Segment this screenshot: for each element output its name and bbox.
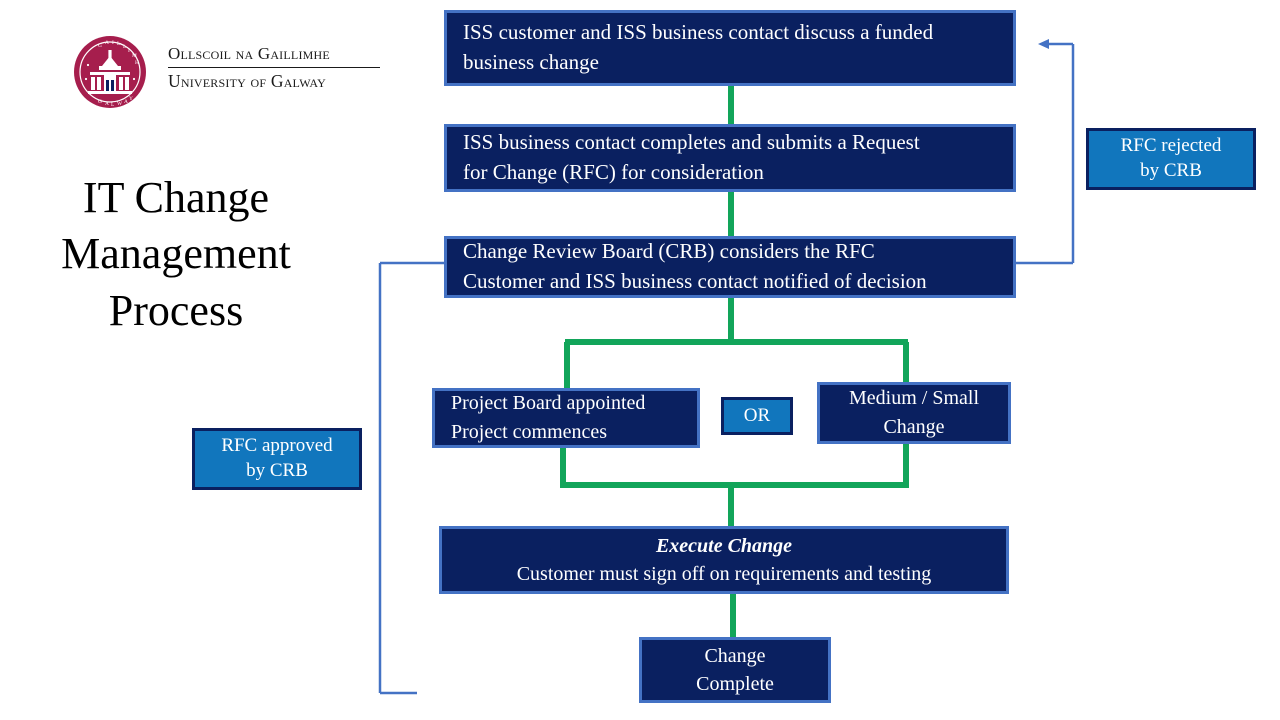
node-line-emphasis: Execute Change: [655, 534, 793, 557]
edge-crb-split: [564, 298, 909, 390]
flow-node-discuss[interactable]: ISS customer and ISS business contact di…: [444, 10, 1016, 86]
edge-rejected-loop: [1016, 39, 1075, 265]
callout-rfc-rejected[interactable]: RFC rejected by CRB: [1086, 128, 1256, 190]
node-line: business change: [463, 50, 599, 74]
node-line: Change: [883, 416, 945, 438]
node-line: Customer must sign off on requirements a…: [516, 563, 932, 585]
node-line: Customer and ISS business contact notifi…: [463, 269, 927, 293]
node-line: Complete: [696, 673, 774, 695]
callout-line: by CRB: [1140, 160, 1202, 181]
node-line: Project Board appointed: [451, 392, 646, 414]
node-line: Change: [704, 645, 766, 667]
node-line: ISS customer and ISS business contact di…: [463, 20, 934, 45]
flow-node-medium-small-change[interactable]: Medium / Small Change: [817, 382, 1011, 444]
badge-or: OR: [721, 397, 793, 435]
callout-line: RFC approved: [221, 435, 333, 457]
flow-node-crb-review[interactable]: Change Review Board (CRB) considers the …: [444, 236, 1016, 298]
node-line: Medium / Small: [849, 387, 979, 409]
flow-node-project-board[interactable]: Project Board appointed Project commence…: [432, 388, 700, 448]
callout-rfc-approved[interactable]: RFC approved by CRB: [192, 428, 362, 490]
slide-canvas: G A I L L I M H G A L W A Y Ollscoil na …: [0, 0, 1280, 720]
edge-approved-loop: [378, 261, 444, 695]
edge-merge-execute: [560, 444, 909, 526]
node-line: Change Review Board (CRB) considers the …: [463, 239, 875, 264]
callout-line: RFC rejected: [1120, 135, 1222, 157]
node-line: Project commences: [451, 421, 608, 443]
flow-node-change-complete[interactable]: Change Complete: [639, 637, 831, 703]
callout-line: by CRB: [246, 460, 308, 481]
flow-connectors: [378, 39, 1075, 695]
flow-node-execute-change[interactable]: Execute Change Customer must sign off on…: [439, 526, 1009, 594]
node-line: for Change (RFC) for consideration: [463, 160, 764, 184]
flow-node-submit-rfc[interactable]: ISS business contact completes and submi…: [444, 124, 1016, 192]
node-line: ISS business contact completes and submi…: [463, 130, 920, 155]
